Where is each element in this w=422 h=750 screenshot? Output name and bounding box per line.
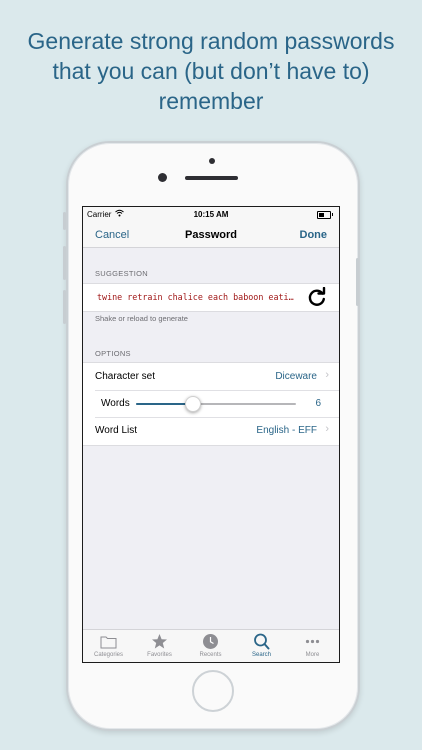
clock-icon <box>203 634 218 649</box>
phone-screen: Carrier 10:15 AM Cancel Password Done SU… <box>82 206 340 663</box>
headline: Generate strong random passwords that yo… <box>0 26 422 116</box>
search-icon <box>254 633 270 650</box>
front-camera <box>158 173 167 182</box>
tab-label: Recents <box>199 652 222 658</box>
tab-categories[interactable]: Categories <box>83 630 134 662</box>
done-button[interactable]: Done <box>300 229 328 241</box>
earpiece-speaker <box>185 176 238 180</box>
tab-label: Favorites <box>147 652 172 658</box>
character-set-value: Diceware <box>275 371 317 382</box>
more-icon <box>305 639 320 644</box>
headline-line-3: remember <box>158 88 264 114</box>
home-button[interactable] <box>192 670 234 712</box>
words-slider-track[interactable] <box>136 403 296 405</box>
tab-search[interactable]: Search <box>236 630 287 662</box>
tab-label: More <box>305 652 320 658</box>
tab-more[interactable]: More <box>287 630 338 662</box>
character-set-label: Character set <box>95 371 156 382</box>
status-bar: Carrier 10:15 AM <box>83 207 339 223</box>
suggestion-row: twine retrain chalice each baboon eating <box>83 283 339 312</box>
word-list-label: Word List <box>95 425 138 436</box>
tab-label: Search <box>251 652 271 658</box>
star-icon <box>152 634 167 649</box>
tab-bar: Categories Favorites Recents Search More <box>83 629 339 662</box>
headline-line-2: that you can (but don’t have to) <box>52 58 370 84</box>
chevron-right-icon: › <box>325 423 329 435</box>
words-row: Words 6 <box>83 390 339 417</box>
words-slider-thumb[interactable] <box>185 396 201 412</box>
suggested-password[interactable]: twine retrain chalice each baboon eating <box>97 292 297 302</box>
mute-switch <box>63 212 66 230</box>
headline-line-1: Generate strong random passwords <box>27 28 395 54</box>
navigation-bar: Cancel Password Done <box>83 223 339 248</box>
status-time: 10:15 AM <box>193 210 229 219</box>
options-section-header: OPTIONS <box>95 349 131 358</box>
options-group: Character set Diceware › Words 6 Word Li… <box>83 362 339 446</box>
chevron-right-icon: › <box>325 369 329 381</box>
reload-icon[interactable] <box>307 287 327 307</box>
word-list-row[interactable]: Word List English - EFF › <box>83 417 339 444</box>
sensor-dot <box>209 158 215 164</box>
suggestion-section-header: SUGGESTION <box>95 269 149 278</box>
words-slider-fill <box>136 403 192 405</box>
suggestion-footer: Shake or reload to generate <box>95 314 188 323</box>
word-list-value: English - EFF <box>256 425 317 436</box>
words-label: Words <box>101 398 130 409</box>
folder-icon <box>100 636 117 649</box>
tab-label: Categories <box>93 652 123 658</box>
power-button <box>356 258 359 306</box>
words-value: 6 <box>315 398 321 409</box>
character-set-row[interactable]: Character set Diceware › <box>83 363 339 390</box>
tab-recents[interactable]: Recents <box>185 630 236 662</box>
battery-icon <box>317 211 331 219</box>
tab-favorites[interactable]: Favorites <box>134 630 185 662</box>
volume-up-button <box>63 246 66 280</box>
volume-down-button <box>63 290 66 324</box>
battery-tip <box>332 213 333 216</box>
